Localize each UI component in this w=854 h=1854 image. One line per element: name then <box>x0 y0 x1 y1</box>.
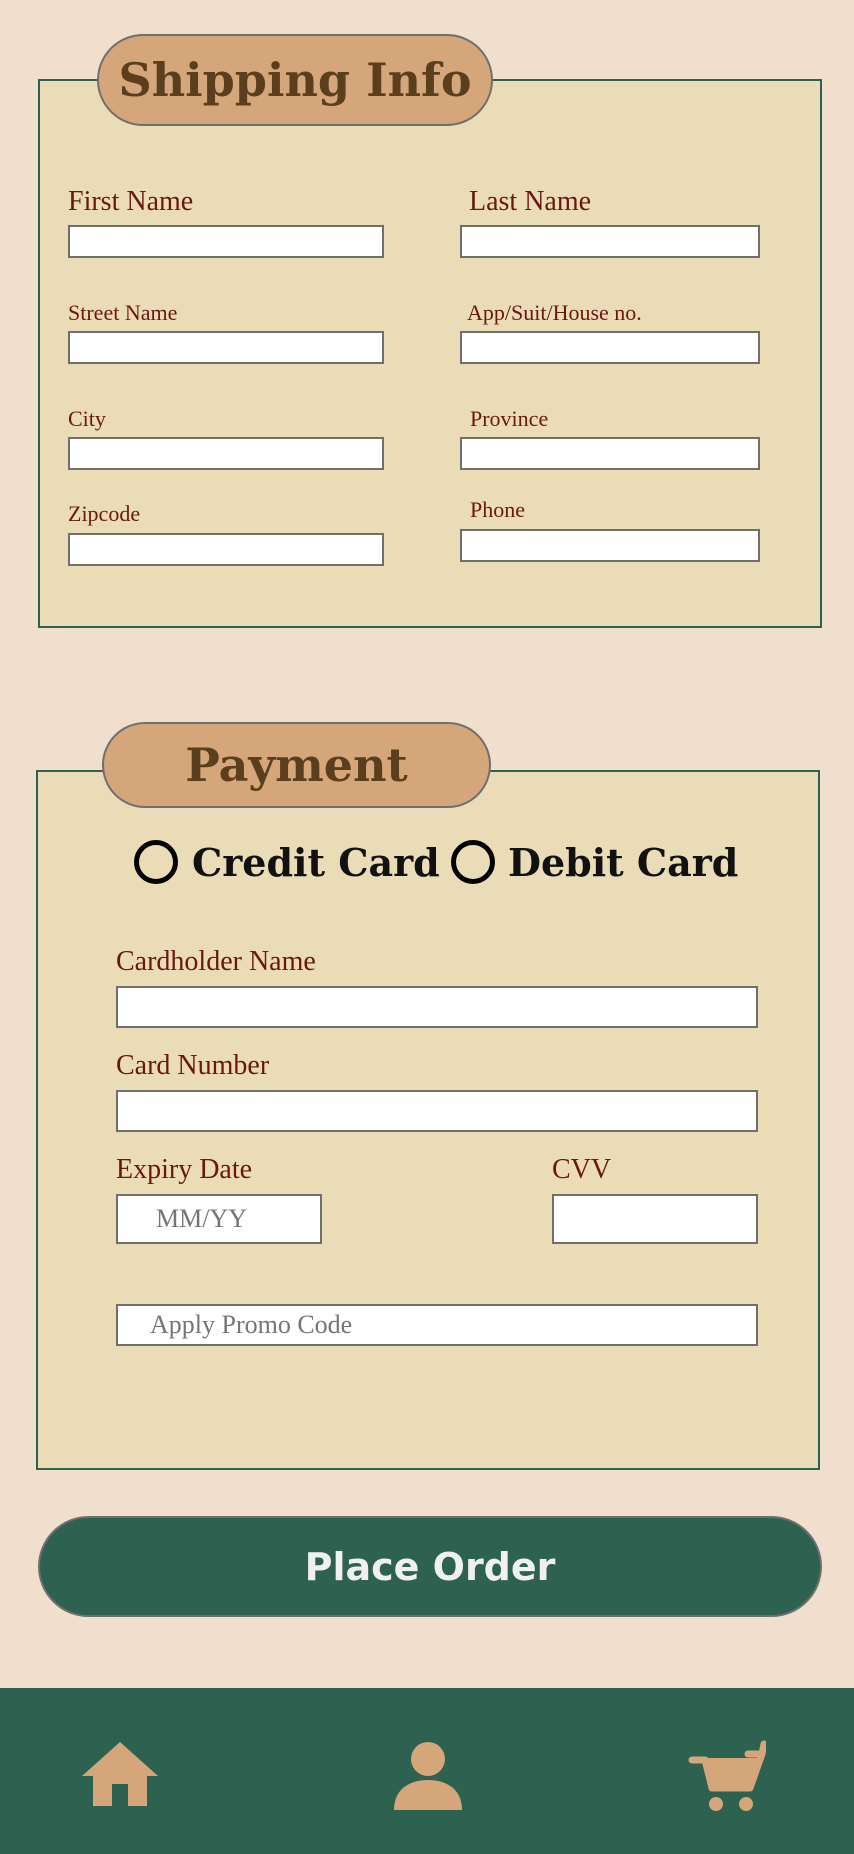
payment-title: Payment <box>102 722 491 808</box>
debit-card-label[interactable]: Debit Card <box>508 844 738 882</box>
street-name-input[interactable] <box>68 331 384 364</box>
first-name-input[interactable] <box>68 225 384 258</box>
phone-input[interactable] <box>460 529 760 562</box>
home-icon[interactable] <box>80 1738 160 1808</box>
city-input[interactable] <box>68 437 384 470</box>
debit-card-radio[interactable] <box>451 840 495 884</box>
cvv-label: CVV <box>552 1154 612 1185</box>
last-name-label: Last Name <box>469 186 592 217</box>
apt-label: App/Suit/House no. <box>467 300 642 325</box>
profile-icon[interactable] <box>393 1740 463 1812</box>
card-number-label: Card Number <box>116 1050 270 1081</box>
expiry-date-input[interactable] <box>116 1194 322 1244</box>
apt-input[interactable] <box>460 331 760 364</box>
shipping-info-title: Shipping Info <box>97 34 493 126</box>
promo-code-input[interactable] <box>116 1304 758 1346</box>
credit-card-label[interactable]: Credit Card <box>192 844 440 882</box>
credit-card-radio[interactable] <box>134 840 178 884</box>
expiry-date-label: Expiry Date <box>116 1154 253 1185</box>
province-label: Province <box>470 406 549 431</box>
card-number-input[interactable] <box>116 1090 758 1132</box>
province-input[interactable] <box>460 437 760 470</box>
place-order-button[interactable]: Place Order <box>38 1516 822 1617</box>
first-name-label: First Name <box>68 186 194 217</box>
city-label: City <box>68 406 106 431</box>
cart-icon[interactable] <box>688 1740 766 1812</box>
cardholder-name-input[interactable] <box>116 986 758 1028</box>
phone-label: Phone <box>470 497 525 522</box>
cardholder-name-label: Cardholder Name <box>116 946 316 977</box>
zipcode-label: Zipcode <box>68 501 141 526</box>
zipcode-input[interactable] <box>68 533 384 566</box>
last-name-input[interactable] <box>460 225 760 258</box>
cvv-input[interactable] <box>552 1194 758 1244</box>
street-name-label: Street Name <box>68 300 178 325</box>
